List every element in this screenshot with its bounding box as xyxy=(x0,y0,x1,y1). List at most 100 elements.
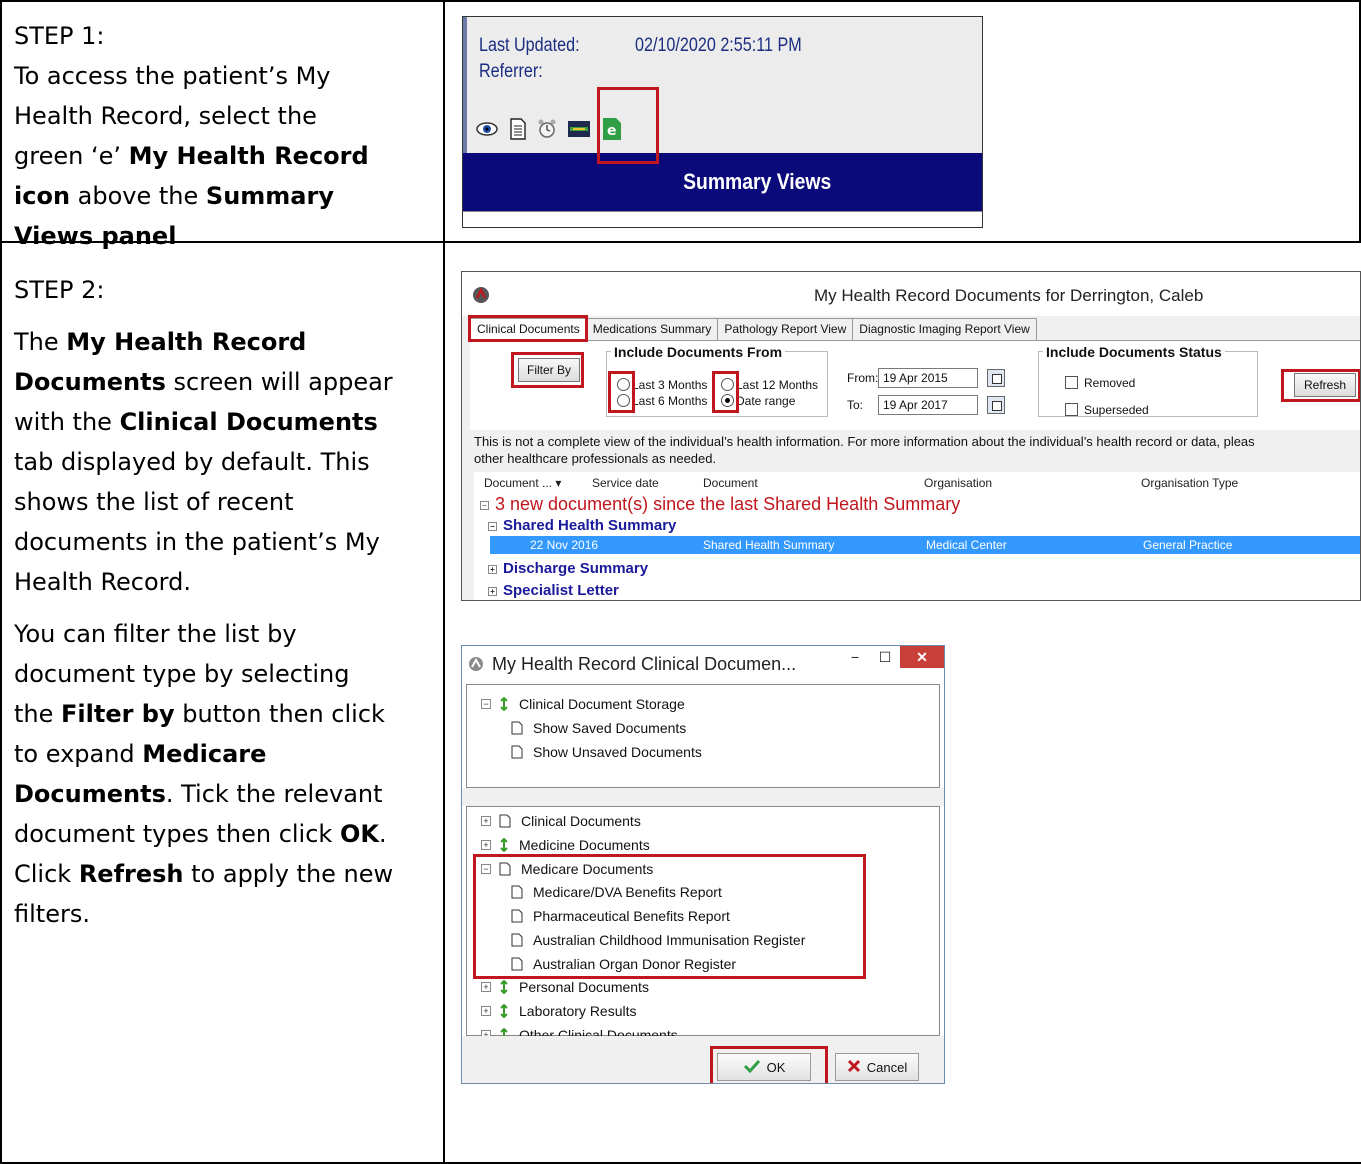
filter-window-title: My Health Record Clinical Documen... xyxy=(492,654,797,674)
tree-item-personal-documents[interactable]: + Personal Documents xyxy=(481,979,649,995)
expand-icon: + xyxy=(481,982,491,992)
step1-heading: STEP 1: xyxy=(14,22,105,50)
step2-line: filters. xyxy=(14,900,90,928)
step1-line: To access the patient’s My xyxy=(14,62,331,90)
step2-line: shows the list of recent xyxy=(14,488,294,516)
removed-label: Removed xyxy=(1084,376,1136,390)
cancel-x-icon xyxy=(847,1059,861,1076)
document-icon xyxy=(499,814,511,828)
collapse-icon: − xyxy=(480,500,489,510)
col-service-date[interactable]: Service date xyxy=(592,476,659,490)
tab-pathology-report-view[interactable]: Pathology Report View xyxy=(717,318,854,340)
sync-icon xyxy=(499,697,509,711)
removed-checkbox[interactable] xyxy=(1065,376,1078,389)
step2-line: documents in the patient’s My xyxy=(14,528,380,556)
documents-titlebar: My Health Record Documents for Derringto… xyxy=(462,272,1360,316)
step2-line: to expand Medicare xyxy=(14,740,267,768)
row-document: Shared Health Summary xyxy=(703,538,835,552)
sync-icon xyxy=(499,1004,509,1018)
table-column-divider xyxy=(443,0,445,1164)
include-status-label: Include Documents Status xyxy=(1043,344,1225,360)
last-updated-value: 02/10/2020 2:55:11 PM xyxy=(635,35,802,56)
step2-line: the Filter by button then click xyxy=(14,700,385,728)
group-specialist-letter[interactable]: + Specialist Letter xyxy=(488,582,619,599)
group-shared-health-summary[interactable]: − Shared Health Summary xyxy=(488,517,676,534)
summary-views-panel xyxy=(463,211,982,227)
from-calendar-icon[interactable] xyxy=(987,369,1005,387)
col-organisation[interactable]: Organisation xyxy=(924,476,992,490)
filter-titlebar: My Health Record Clinical Documen... − ☐… xyxy=(462,646,944,680)
table-row[interactable]: 22 Nov 2016 Shared Health Summary Medica… xyxy=(490,536,1360,554)
collapse-icon: − xyxy=(481,699,491,709)
expand-icon: + xyxy=(488,564,497,574)
to-calendar-icon[interactable] xyxy=(987,396,1005,414)
step1-line: Views panel xyxy=(14,222,177,250)
expand-icon: + xyxy=(488,586,497,596)
alarm-clock-icon[interactable] xyxy=(537,118,557,145)
step1-line: green ‘e’ My Health Record xyxy=(14,142,369,170)
step1-line: Health Record, select the xyxy=(14,102,317,130)
group-discharge-summary[interactable]: + Discharge Summary xyxy=(488,560,648,577)
tab-medications-summary[interactable]: Medications Summary xyxy=(585,318,719,340)
tree-item-show-unsaved[interactable]: Show Unsaved Documents xyxy=(511,744,702,760)
storage-pane: − Clinical Document Storage Show Saved D… xyxy=(466,684,940,788)
new-documents-notice[interactable]: −3 new document(s) since the last Shared… xyxy=(480,494,960,515)
filter-area: Filter By Include Documents From Last 3 … xyxy=(470,340,1360,430)
highlight-clinical-documents-tab xyxy=(468,315,588,342)
last-updated-label: Last Updated: xyxy=(479,35,580,56)
highlight-e-icon xyxy=(597,87,659,164)
from-date-field[interactable]: 19 Apr 2015 xyxy=(878,368,978,388)
collapse-icon: − xyxy=(488,521,497,531)
incomplete-view-notice: This is not a complete view of the indiv… xyxy=(474,434,1255,466)
referrer-label: Referrer: xyxy=(479,61,543,82)
step2-line: document types then click OK. xyxy=(14,820,387,848)
documents-window-title: My Health Record Documents for Derringto… xyxy=(814,286,1204,305)
tree-item-medicine-documents[interactable]: + Medicine Documents xyxy=(481,837,650,853)
include-from-label: Include Documents From xyxy=(611,344,786,360)
tree-item-show-saved[interactable]: Show Saved Documents xyxy=(511,720,686,736)
highlight-medicare-documents xyxy=(473,854,866,979)
close-icon[interactable]: ✕ xyxy=(900,646,944,668)
tree-item-clinical-documents[interactable]: + Clinical Documents xyxy=(481,813,641,829)
tree-item-clinical-document-storage[interactable]: − Clinical Document Storage xyxy=(481,696,685,712)
pane-separator[interactable] xyxy=(462,788,944,806)
maximize-icon[interactable]: ☐ xyxy=(870,646,900,668)
step1-screenshot: Last Updated: 02/10/2020 2:55:11 PM Refe… xyxy=(462,16,983,228)
summary-views-header[interactable]: Summary Views xyxy=(463,153,982,211)
highlight-refresh xyxy=(1281,369,1360,402)
step2-line: Health Record. xyxy=(14,568,191,596)
to-date-field[interactable]: 19 Apr 2017 xyxy=(878,395,978,415)
step1-line: icon above the Summary xyxy=(14,182,334,210)
col-document-type[interactable]: Document ... ▾ xyxy=(484,476,561,490)
step2-text: STEP 2: The My Health Record Documents s… xyxy=(14,270,434,934)
superseded-label: Superseded xyxy=(1084,403,1149,417)
app-logo-icon xyxy=(468,656,484,677)
col-organisation-type[interactable]: Organisation Type xyxy=(1141,476,1238,490)
expand-icon: + xyxy=(481,816,491,826)
superseded-checkbox[interactable] xyxy=(1065,403,1078,416)
minimize-icon[interactable]: − xyxy=(840,646,870,668)
document-icon[interactable] xyxy=(509,117,527,145)
highlight-ok-button xyxy=(710,1046,828,1083)
last-6-months-label: Last 6 Months xyxy=(632,394,708,408)
tree-item-laboratory-results[interactable]: + Laboratory Results xyxy=(481,1003,637,1019)
document-icon xyxy=(511,721,523,735)
tab-diagnostic-imaging-report-view[interactable]: Diagnostic Imaging Report View xyxy=(852,318,1037,340)
step2-line: You can filter the list by xyxy=(14,620,297,648)
cancel-button[interactable]: Cancel xyxy=(835,1053,919,1081)
col-document[interactable]: Document xyxy=(703,476,758,490)
image-icon[interactable] xyxy=(567,119,591,144)
expand-icon: + xyxy=(481,1006,491,1016)
documents-window: My Health Record Documents for Derringto… xyxy=(461,271,1361,601)
last-12-months-label: Last 12 Months xyxy=(736,378,819,392)
step2-line: tab displayed by default. This xyxy=(14,448,370,476)
document-icon xyxy=(511,745,523,759)
window-controls: − ☐ ✕ xyxy=(840,646,944,668)
sync-icon xyxy=(499,838,509,852)
table-border-left xyxy=(0,0,2,1164)
eye-icon[interactable] xyxy=(475,120,499,143)
highlight-last-months-radios xyxy=(608,371,635,413)
last-3-months-label: Last 3 Months xyxy=(632,378,708,392)
step2-line: with the Clinical Documents xyxy=(14,408,378,436)
step2-line: The My Health Record xyxy=(14,328,307,356)
